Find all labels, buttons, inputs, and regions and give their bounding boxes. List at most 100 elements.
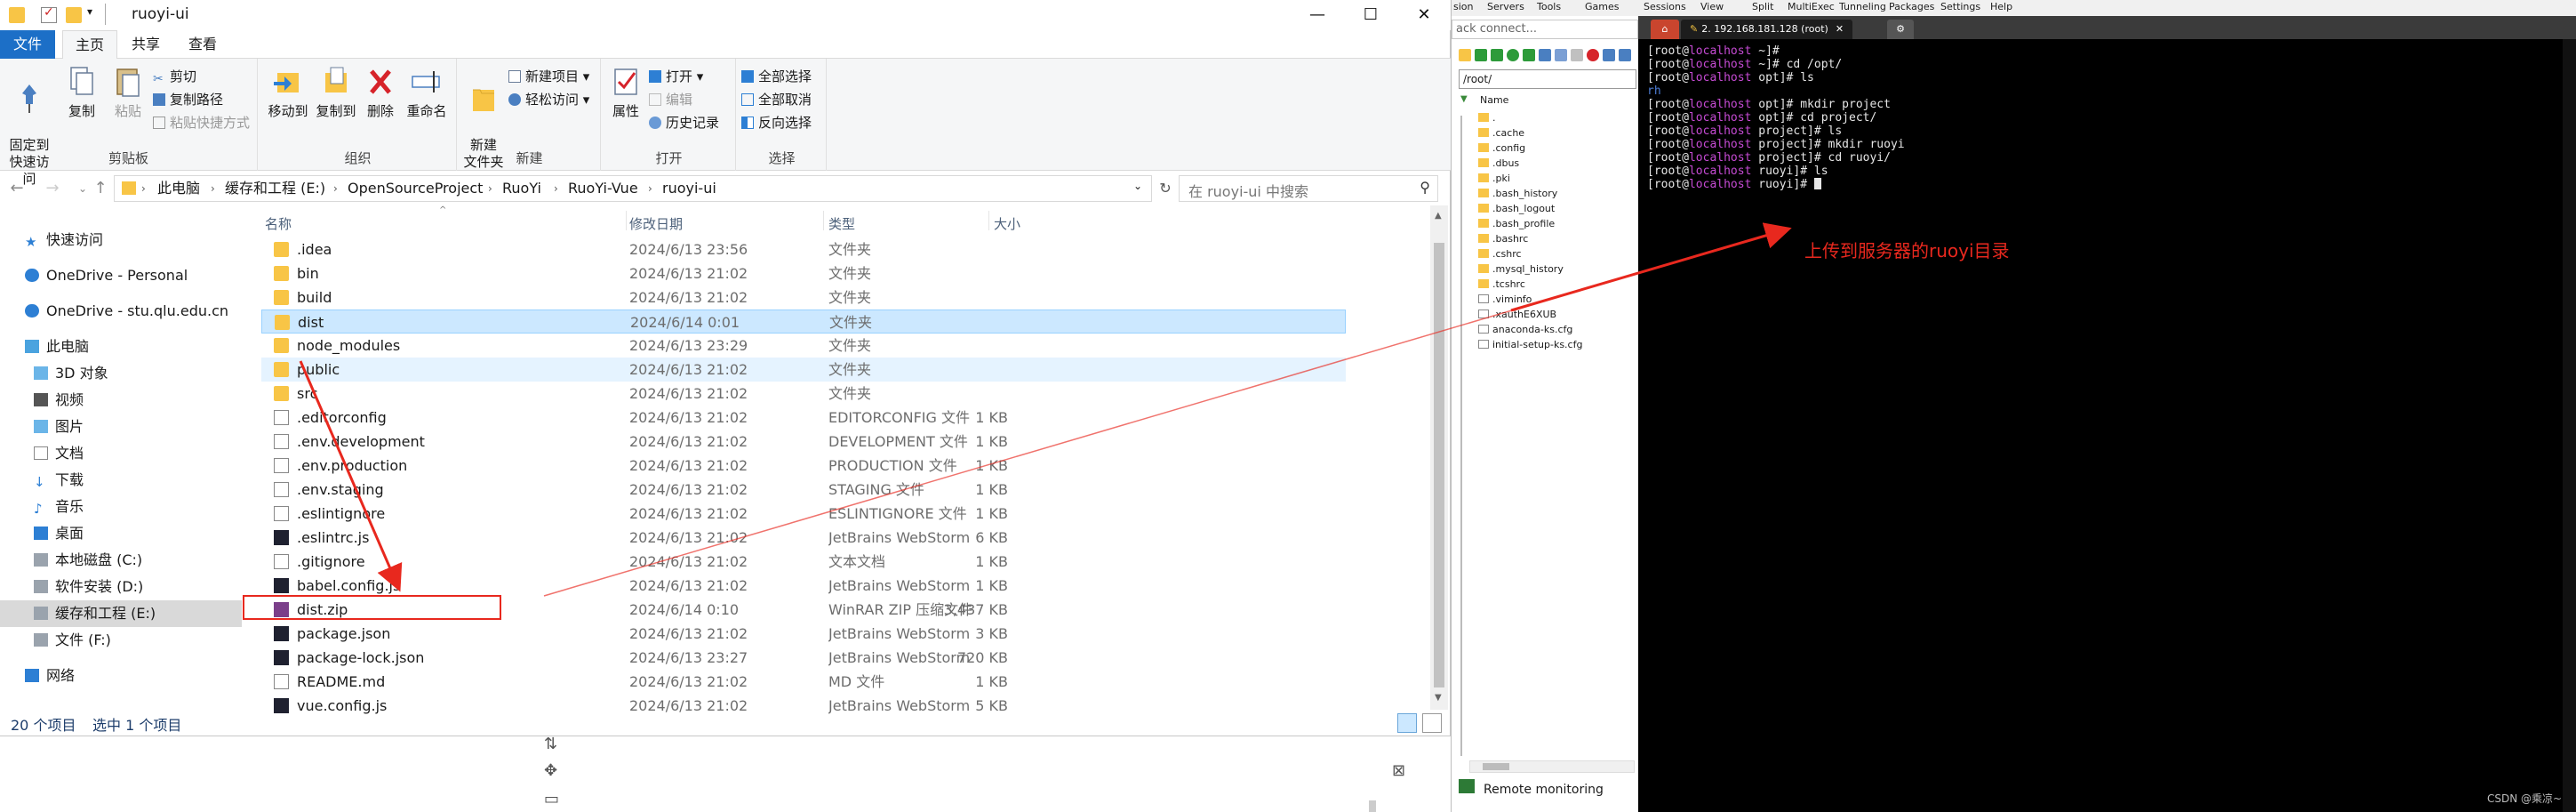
sftp-hscrollbar[interactable] — [1469, 760, 1635, 773]
edit-file-icon[interactable] — [1555, 49, 1567, 61]
table-row[interactable]: .editorconfig 2024/6/13 21:02 EDITORCONFIG… — [261, 406, 1346, 430]
properties-button[interactable]: 属性 — [606, 64, 645, 120]
scroll-down-icon[interactable]: ▼ — [1435, 693, 1442, 703]
new-file-icon[interactable] — [1523, 49, 1535, 61]
tab-view[interactable]: 查看 — [176, 30, 229, 59]
menu-packages[interactable]: Packages — [1889, 0, 1934, 14]
nav-desktop[interactable]: 桌面 — [34, 520, 84, 547]
file-list-scrollbar[interactable]: ▲ ▼ — [1430, 205, 1448, 710]
rename-button[interactable]: 重命名 — [402, 64, 452, 120]
crumb-ruoyi-ui[interactable]: ruoyi-ui — [662, 176, 716, 201]
nav-drive-e[interactable]: 缓存和工程 (E:) — [0, 600, 242, 627]
download-icon[interactable] — [1475, 49, 1487, 61]
nav-onedrive-personal[interactable]: OneDrive - Personal — [25, 262, 188, 289]
select-none-button[interactable]: 全部取消 — [741, 89, 812, 110]
table-row[interactable]: .env.staging 2024/6/13 21:02 STAGING 文件 1 K… — [261, 478, 1346, 502]
quick-connect-input[interactable]: ack connect... — [1452, 20, 1638, 39]
nav-videos[interactable]: 视频 — [34, 387, 84, 414]
crumb-drive-e[interactable]: 缓存和工程 (E:) — [225, 176, 325, 201]
move-handle-icon[interactable]: ✥ — [544, 761, 557, 780]
delete-red-icon[interactable] — [1587, 49, 1599, 61]
scrollbar-thumb[interactable] — [1434, 243, 1444, 687]
large-icons-view-icon[interactable] — [1422, 713, 1442, 733]
column-modified[interactable]: 修改日期 — [629, 214, 683, 233]
sftp-list-item[interactable]: .cshrc — [1478, 246, 1522, 261]
menu-settings[interactable]: Settings — [1940, 0, 1980, 14]
cut-button[interactable]: ✂ 剪切 — [153, 66, 196, 87]
table-row[interactable]: public 2024/6/13 21:02 文件夹 — [261, 358, 1346, 382]
paste-button[interactable]: 粘贴 — [105, 64, 151, 120]
table-row[interactable]: package-lock.json 2024/6/13 23:27 JetBrain… — [261, 646, 1346, 670]
sftp-list-item[interactable]: .config — [1478, 141, 1525, 156]
home-tab-icon[interactable]: ⌂ — [1651, 20, 1679, 39]
tab-share[interactable]: 共享 — [119, 30, 172, 59]
sftp-list-item[interactable]: .bash_logout — [1478, 201, 1555, 216]
select-all-button[interactable]: 全部选择 — [741, 66, 812, 87]
sftp-list-item[interactable]: anaconda-ks.cfg — [1478, 322, 1572, 337]
details-view-icon[interactable] — [1397, 713, 1417, 733]
nav-music[interactable]: ♪ 音乐 — [34, 494, 84, 520]
menu-split[interactable]: Split — [1752, 0, 1773, 14]
expand-icon[interactable]: ⇅ — [544, 735, 557, 753]
menu-multiexec[interactable]: MultiExec — [1788, 0, 1835, 14]
sftp-name-header[interactable]: Name — [1480, 94, 1508, 106]
column-type[interactable]: 类型 — [828, 214, 855, 233]
table-row[interactable]: README.md 2024/6/13 21:02 MD 文件 1 KB — [261, 670, 1346, 694]
nav-this-pc[interactable]: 此电脑 — [25, 334, 89, 360]
table-row[interactable]: babel.config.js 2024/6/13 21:02 JetBrains … — [261, 574, 1346, 598]
open-file-icon[interactable] — [1571, 49, 1583, 61]
table-row[interactable]: src 2024/6/13 21:02 文件夹 — [261, 382, 1346, 406]
table-row[interactable]: dist 2024/6/14 0:01 文件夹 — [261, 310, 1346, 334]
table-row[interactable]: bin 2024/6/13 21:02 文件夹 — [261, 261, 1346, 285]
menu-sessions[interactable]: Sessions — [1644, 0, 1686, 14]
nav-drive-d[interactable]: 软件安装 (D:) — [34, 574, 143, 600]
edit-button[interactable]: 编辑 — [649, 89, 692, 110]
window-icon[interactable]: ▭ — [544, 790, 559, 808]
crumb-this-pc[interactable]: 此电脑 — [157, 176, 200, 201]
nav-quick-access[interactable]: ★ 快速访问 — [25, 227, 103, 253]
sftp-list-item[interactable]: initial-setup-ks.cfg — [1478, 337, 1582, 352]
scroll-up-icon[interactable]: ▲ — [1435, 211, 1442, 221]
sftp-list-item[interactable]: .cache — [1478, 125, 1524, 141]
remote-monitoring-tab[interactable]: Remote monitoring — [1484, 783, 1604, 797]
copy-path-button[interactable]: 复制路径 — [153, 89, 223, 110]
maximize-button[interactable]: ☐ — [1344, 0, 1397, 30]
table-row[interactable]: .env.development 2024/6/13 21:02 DEVELOPME… — [261, 430, 1346, 454]
table-row[interactable]: .env.production 2024/6/13 21:02 PRODUCTION… — [261, 454, 1346, 478]
tab-home[interactable]: 主页 — [62, 30, 118, 59]
table-row[interactable]: .eslintrc.js 2024/6/13 21:02 JetBrains Web… — [261, 526, 1346, 550]
table-row[interactable]: package.json 2024/6/13 21:02 JetBrains Web… — [261, 622, 1346, 646]
text-icon[interactable] — [1603, 49, 1615, 61]
address-dropdown-icon[interactable]: ⌄ — [1133, 180, 1142, 192]
forward-arrow-icon[interactable]: → — [41, 177, 64, 200]
paste-shortcut-button[interactable]: 粘贴快捷方式 — [153, 112, 250, 133]
sftp-list-item[interactable]: .dbus — [1478, 156, 1519, 171]
sftp-list-item[interactable]: .bash_profile — [1478, 216, 1555, 231]
nav-3d-objects[interactable]: 3D 对象 — [34, 360, 108, 387]
menu-servers[interactable]: Servers — [1487, 0, 1524, 14]
follow-terminal-icon[interactable]: ▼ — [1460, 94, 1468, 104]
upload-icon[interactable] — [1491, 49, 1503, 61]
terminal-scrollbar[interactable] — [2563, 39, 2576, 812]
menu-tools[interactable]: Tools — [1537, 0, 1561, 14]
menu-view[interactable]: View — [1700, 0, 1724, 14]
delete-button[interactable]: 删除 — [361, 64, 400, 120]
address-bar[interactable]: › 此电脑 › 缓存和工程 (E:) › OpenSourceProject ›… — [114, 175, 1152, 202]
nav-drive-c[interactable]: 本地磁盘 (C:) — [34, 547, 142, 574]
easy-access-button[interactable]: 轻松访问 ▾ — [508, 89, 589, 110]
new-tab-icon[interactable]: ⚙ — [1887, 20, 1914, 39]
history-button[interactable]: 历史记录 — [649, 112, 719, 133]
open-button[interactable]: 打开 ▾ — [649, 66, 703, 87]
up-arrow-icon[interactable]: ↑ — [89, 177, 112, 200]
sftp-list-item[interactable]: .viminfo — [1478, 292, 1532, 307]
copy-button[interactable]: 复制 — [59, 64, 105, 120]
crumb-ruoyi[interactable]: RuoYi — [502, 176, 541, 201]
sftp-list-item[interactable]: . — [1478, 110, 1496, 125]
session-tab[interactable]: ✎ 2. 192.168.181.128 (root) ✕ — [1681, 20, 1853, 39]
sftp-list-item[interactable]: .pki — [1478, 171, 1510, 186]
minimize-button[interactable]: — — [1291, 0, 1344, 30]
column-size[interactable]: 大小 — [994, 214, 1020, 233]
refresh-green-icon[interactable] — [1507, 49, 1519, 61]
sftp-list-item[interactable]: .bash_history — [1478, 186, 1557, 201]
terminal-output[interactable]: [root@localhost ~]# [root@localhost ~]# … — [1647, 44, 2180, 809]
